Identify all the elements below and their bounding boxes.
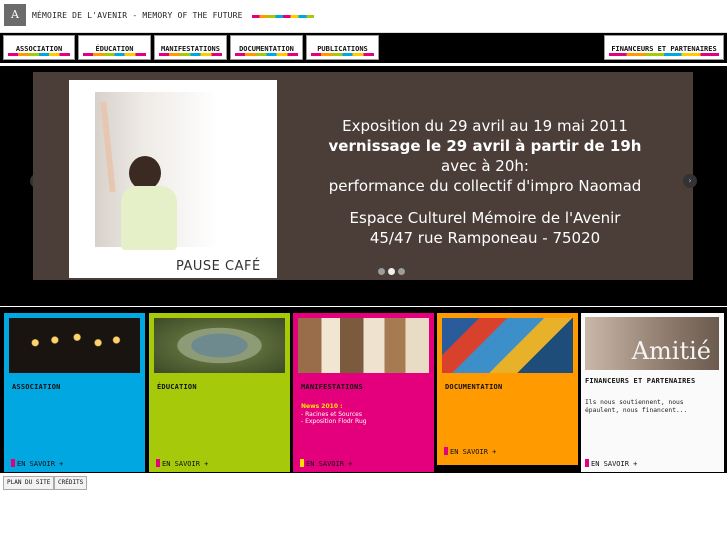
- tile-title: ASSOCIATION: [12, 383, 61, 391]
- candles-image: [9, 318, 140, 373]
- hands-image: Amitié: [585, 317, 719, 370]
- slide[interactable]: PAUSE CAFÉ Exposition du 29 avril au 19 …: [33, 72, 693, 280]
- nav-partners[interactable]: FINANCEURS ET PARTENAIRES: [604, 35, 724, 60]
- slider-next-arrow[interactable]: ›: [683, 174, 697, 188]
- photo-head: [129, 156, 161, 190]
- slide-line-6: 45/47 rue Ramponeau - 75020: [369, 229, 601, 247]
- tile-association[interactable]: ASSOCIATION EN SAVOIR +: [4, 313, 145, 472]
- tile-documentation[interactable]: DOCUMENTATION EN SAVOIR +: [437, 313, 578, 465]
- tile-partners[interactable]: Amitié FINANCEURS ET PARTENAIRES Ils nou…: [581, 313, 724, 472]
- site-title[interactable]: MÉMOIRE DE L'AVENIR - MEMORY OF THE FUTU…: [32, 11, 243, 20]
- read-more-link[interactable]: EN SAVOIR +: [300, 459, 352, 468]
- main-nav: ASSOCIATION ÉDUCATION MANIFESTATIONS DOC…: [0, 33, 727, 63]
- tile-title: MANIFESTATIONS: [301, 383, 363, 391]
- books-image: [442, 318, 573, 373]
- slider-dot-3[interactable]: [398, 268, 405, 275]
- tile-title: ÉDUCATION: [157, 383, 197, 391]
- slider-dot-1[interactable]: [378, 268, 385, 275]
- slide-line-1: Exposition du 29 avril au 19 mai 2011: [342, 117, 628, 135]
- site-header: A MÉMOIRE DE L'AVENIR - MEMORY OF THE FU…: [0, 0, 727, 33]
- tile-title: DOCUMENTATION: [445, 383, 503, 391]
- news-title: News 2010 :: [301, 403, 343, 410]
- partners-text: Ils nous soutiennent, nous épaulent, nou…: [585, 399, 688, 414]
- slide-line-4: performance du collectif d'impro Naomad: [328, 177, 642, 195]
- tile-education[interactable]: ÉDUCATION EN SAVOIR +: [149, 313, 290, 472]
- nav-manifestations[interactable]: MANIFESTATIONS: [154, 35, 227, 60]
- slide-line-5: Espace Culturel Mémoire de l'Avenir: [349, 209, 621, 227]
- nav-documentation[interactable]: DOCUMENTATION: [230, 35, 303, 60]
- photo-body: [121, 186, 177, 250]
- section-tiles: ASSOCIATION EN SAVOIR + ÉDUCATION EN SAV…: [0, 307, 727, 473]
- news-block: News 2010 : - Racines et Sources - Expos…: [301, 403, 427, 426]
- slide-photo: PAUSE CAFÉ: [69, 80, 277, 278]
- tile-title: FINANCEURS ET PARTENAIRES: [585, 377, 696, 385]
- slide-text: Exposition du 29 avril au 19 mai 2011 ve…: [277, 116, 693, 248]
- slider-dots: [378, 260, 408, 279]
- photo-caption: PAUSE CAFÉ: [176, 259, 261, 274]
- nav-publications[interactable]: PUBLICATIONS: [306, 35, 379, 60]
- read-more-link[interactable]: EN SAVOIR +: [585, 459, 637, 468]
- nav-association[interactable]: ASSOCIATION: [3, 35, 75, 60]
- sitemap-link[interactable]: PLAN DU SITE: [3, 476, 55, 490]
- credits-link[interactable]: CRÉDITS: [54, 476, 88, 490]
- read-more-link[interactable]: EN SAVOIR +: [444, 447, 496, 456]
- image-word: Amitié: [631, 337, 711, 365]
- slider-dot-2[interactable]: [388, 268, 395, 275]
- site-logo[interactable]: A: [4, 4, 26, 26]
- slide-line-3: avec à 20h:: [441, 157, 529, 175]
- nav-education[interactable]: ÉDUCATION: [78, 35, 151, 60]
- slideshow: ‹ PAUSE CAFÉ Exposition du 29 avril au 1…: [0, 66, 727, 306]
- news-item[interactable]: - Exposition Flodr Rug: [301, 418, 427, 426]
- slide-line-2: vernissage le 29 avril à partir de 19h: [328, 137, 642, 155]
- read-more-link[interactable]: EN SAVOIR +: [156, 459, 208, 468]
- color-strip: [252, 15, 314, 18]
- exhibition-image: [298, 318, 429, 373]
- tile-manifestations[interactable]: MANIFESTATIONS News 2010 : - Racines et …: [293, 313, 434, 472]
- garden-image: [154, 318, 285, 373]
- read-more-link[interactable]: EN SAVOIR +: [11, 459, 63, 468]
- news-item[interactable]: - Racines et Sources: [301, 411, 427, 419]
